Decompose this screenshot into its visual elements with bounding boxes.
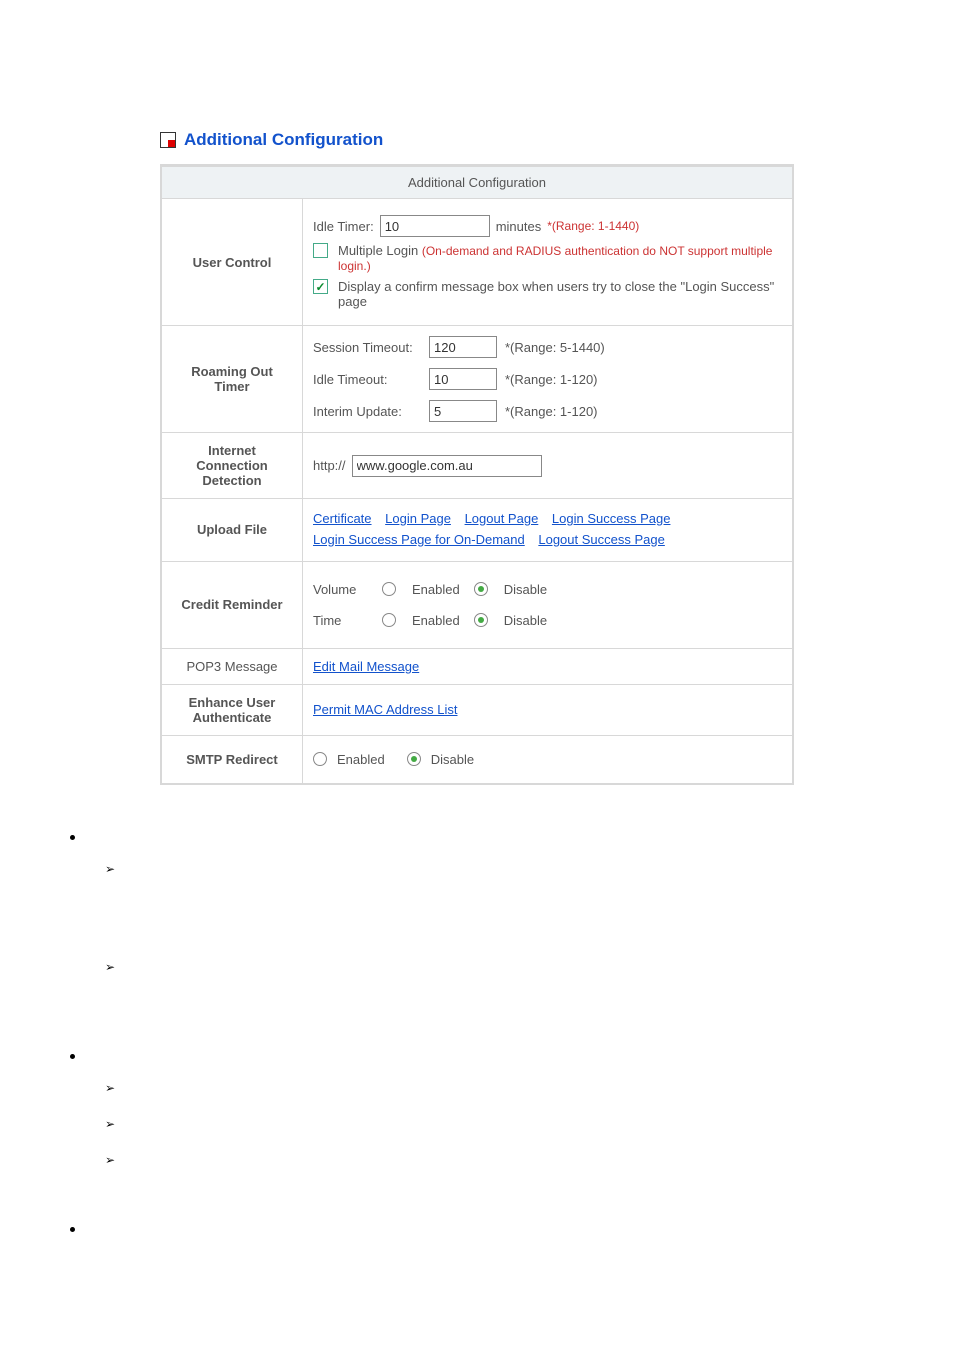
table-row: Roaming Out Timer Session Timeout: *(Ran… bbox=[161, 326, 793, 433]
bullet-dot bbox=[70, 1054, 75, 1059]
credit-time-label: Time bbox=[313, 613, 368, 628]
bullet-arrow-icon: ➢ bbox=[105, 1153, 794, 1167]
bullet-arrow-icon: ➢ bbox=[105, 1117, 794, 1131]
idle-timeout-label: Idle Timeout: bbox=[313, 372, 423, 387]
row-label-upload: Upload File bbox=[161, 499, 303, 562]
table-row: Enhance User Authenticate Permit MAC Add… bbox=[161, 684, 793, 735]
idle-timer-unit: minutes bbox=[496, 219, 542, 234]
link-edit-mail[interactable]: Edit Mail Message bbox=[313, 659, 419, 674]
row-label-pop3: POP3 Message bbox=[161, 648, 303, 684]
credit-time-disable-radio[interactable] bbox=[474, 613, 488, 627]
credit-time-disable-label: Disable bbox=[504, 613, 547, 628]
bullet-dot bbox=[70, 835, 75, 840]
url-input[interactable] bbox=[352, 455, 542, 477]
link-login-success-ondemand[interactable]: Login Success Page for On-Demand bbox=[313, 532, 525, 547]
interim-input[interactable] bbox=[429, 400, 497, 422]
interim-range: *(Range: 1-120) bbox=[505, 404, 782, 419]
credit-volume-disable-radio[interactable] bbox=[474, 582, 488, 596]
table-row: User Control Idle Timer: minutes *(Range… bbox=[161, 199, 793, 326]
idle-timeout-range: *(Range: 1-120) bbox=[505, 372, 782, 387]
confirm-box-label: Display a confirm message box when users… bbox=[338, 279, 782, 309]
session-timeout-range: *(Range: 5-1440) bbox=[505, 340, 782, 355]
link-login-page[interactable]: Login Page bbox=[385, 511, 451, 526]
idle-timer-range: *(Range: 1-1440) bbox=[547, 219, 639, 233]
idle-timeout-input[interactable] bbox=[429, 368, 497, 390]
row-label-smtp: SMTP Redirect bbox=[161, 735, 303, 784]
page-title: Additional Configuration bbox=[184, 130, 383, 150]
multiple-login-checkbox[interactable] bbox=[313, 243, 328, 258]
row-label-user-control: User Control bbox=[161, 199, 303, 326]
table-row: Internet Connection Detection http:// bbox=[161, 433, 793, 499]
config-table: Additional Configuration User Control Id… bbox=[160, 164, 794, 785]
bullet-dot bbox=[70, 1227, 75, 1232]
table-row: POP3 Message Edit Mail Message bbox=[161, 648, 793, 684]
credit-volume-enabled-label: Enabled bbox=[412, 582, 460, 597]
table-row: SMTP Redirect Enabled Disable bbox=[161, 735, 793, 784]
link-logout-page[interactable]: Logout Page bbox=[465, 511, 539, 526]
link-permit-mac[interactable]: Permit MAC Address List bbox=[313, 702, 458, 717]
row-label-internet: Internet Connection Detection bbox=[161, 433, 303, 499]
row-label-enhance: Enhance User Authenticate bbox=[161, 684, 303, 735]
link-logout-success[interactable]: Logout Success Page bbox=[538, 532, 664, 547]
smtp-disable-radio[interactable] bbox=[407, 752, 421, 766]
link-login-success[interactable]: Login Success Page bbox=[552, 511, 671, 526]
table-row: Credit Reminder Volume Enabled Disable T… bbox=[161, 561, 793, 648]
table-caption: Additional Configuration bbox=[161, 166, 793, 199]
interim-label: Interim Update: bbox=[313, 404, 423, 419]
credit-time-enabled-radio[interactable] bbox=[382, 613, 396, 627]
url-prefix: http:// bbox=[313, 458, 346, 473]
session-timeout-input[interactable] bbox=[429, 336, 497, 358]
bullet-arrow-icon: ➢ bbox=[105, 862, 794, 876]
link-certificate[interactable]: Certificate bbox=[313, 511, 372, 526]
row-label-roaming: Roaming Out Timer bbox=[161, 326, 303, 433]
smtp-enabled-label: Enabled bbox=[337, 752, 385, 767]
bullet-arrow-icon: ➢ bbox=[105, 960, 794, 974]
bullet-arrow-icon: ➢ bbox=[105, 1081, 794, 1095]
idle-timer-label: Idle Timer: bbox=[313, 219, 374, 234]
multiple-login-label: Multiple Login bbox=[338, 243, 418, 258]
credit-volume-label: Volume bbox=[313, 582, 368, 597]
session-timeout-label: Session Timeout: bbox=[313, 340, 423, 355]
smtp-disable-label: Disable bbox=[431, 752, 474, 767]
confirm-box-checkbox[interactable] bbox=[313, 279, 328, 294]
credit-volume-disable-label: Disable bbox=[504, 582, 547, 597]
smtp-enabled-radio[interactable] bbox=[313, 752, 327, 766]
credit-time-enabled-label: Enabled bbox=[412, 613, 460, 628]
idle-timer-input[interactable] bbox=[380, 215, 490, 237]
bullet-outline: ➢ ➢ ➢ ➢ ➢ bbox=[160, 835, 794, 1232]
row-label-credit: Credit Reminder bbox=[161, 561, 303, 648]
credit-volume-enabled-radio[interactable] bbox=[382, 582, 396, 596]
header-icon bbox=[160, 132, 176, 148]
table-row: Upload File Certificate Login Page Logou… bbox=[161, 499, 793, 562]
page-header: Additional Configuration bbox=[160, 130, 794, 150]
